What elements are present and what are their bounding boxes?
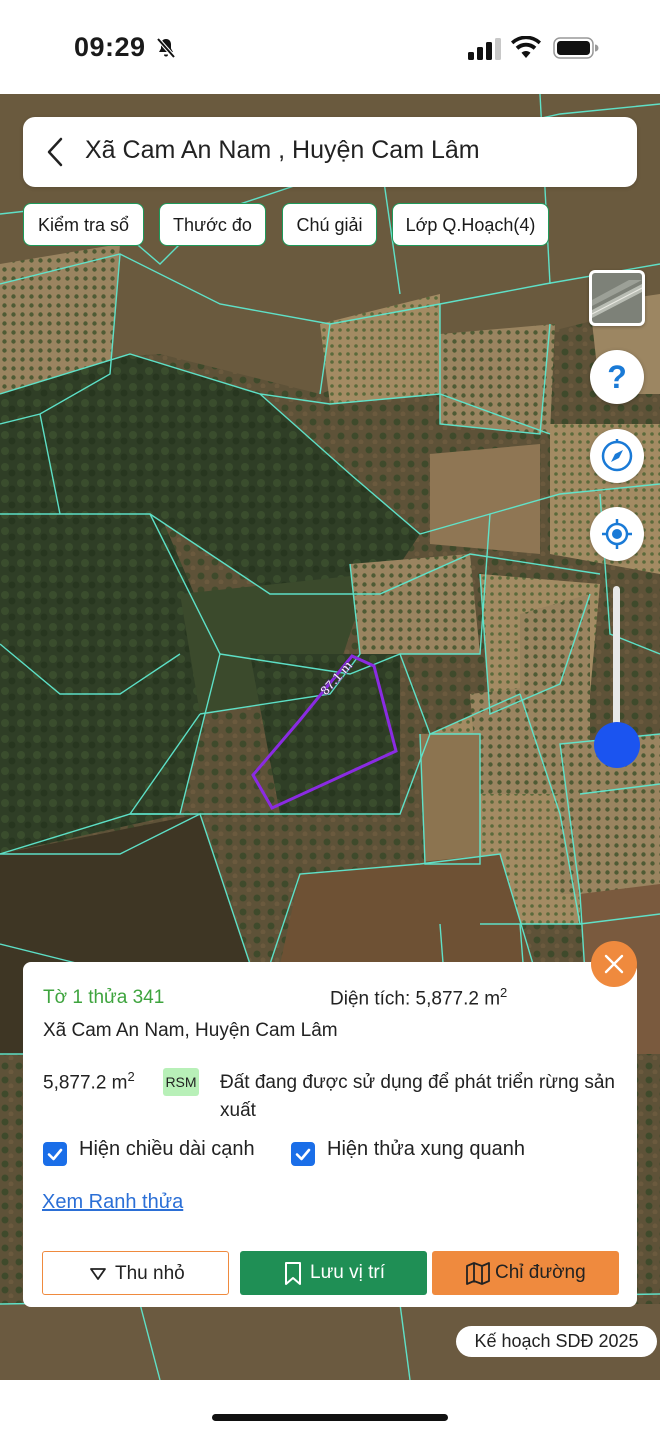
check-book-chip[interactable]: Kiểm tra sổ <box>23 203 144 246</box>
land-use-description: Đất đang được sử dụng để phát triển rừng… <box>220 1072 615 1121</box>
area-value-text: 5,877.2 m <box>43 1072 128 1094</box>
land-code-badge: RSM <box>163 1068 199 1096</box>
show-neighbors-label[interactable]: Hiện thửa xung quanh <box>327 1138 525 1161</box>
close-panel-button[interactable] <box>591 941 637 987</box>
show-neighbors-checkbox[interactable] <box>291 1142 315 1166</box>
status-bar: 09:29 <box>0 0 660 94</box>
show-edge-length-checkbox[interactable] <box>43 1142 67 1166</box>
layer-thumbnail-icon <box>591 273 643 323</box>
collapse-button[interactable]: Thu nhỏ <box>42 1251 229 1295</box>
parcel-id: Tờ 1 thửa 341 <box>43 987 165 1008</box>
compass-icon <box>601 439 633 472</box>
location-title: Xã Cam An Nam , Huyện Cam Lâm <box>85 136 480 164</box>
map-layer-button[interactable] <box>589 270 645 326</box>
save-location-button[interactable]: Lưu vị trí <box>240 1251 427 1295</box>
back-chevron-icon[interactable] <box>41 135 71 169</box>
bell-off-icon <box>156 37 176 59</box>
map-icon <box>466 1262 490 1285</box>
svg-text:?: ? <box>607 359 627 395</box>
collapse-label: Thu nhỏ <box>115 1263 185 1284</box>
status-time: 09:29 <box>74 32 146 62</box>
planning-layer-chip[interactable]: Lớp Q.Hoạch(4) <box>392 203 549 246</box>
legend-chip[interactable]: Chú giải <box>282 203 377 246</box>
triangle-down-icon <box>90 1268 106 1280</box>
directions-button[interactable]: Chỉ đường <box>432 1251 619 1295</box>
land-plan-badge[interactable]: Kế hoạch SDĐ 2025 <box>456 1326 657 1357</box>
location-header: Xã Cam An Nam , Huyện Cam Lâm <box>23 117 637 187</box>
help-button[interactable]: ? <box>590 350 644 404</box>
bottom-safe-area <box>0 1380 660 1434</box>
checkmark-icon <box>295 1148 311 1161</box>
my-location-button[interactable] <box>590 507 644 561</box>
ruler-chip[interactable]: Thước đo <box>159 203 266 246</box>
bookmark-icon <box>285 1262 301 1285</box>
show-edge-length-label[interactable]: Hiện chiều dài cạnh <box>79 1138 255 1161</box>
signal-icon <box>468 38 501 60</box>
battery-icon <box>553 37 599 59</box>
parcel-location: Xã Cam An Nam, Huyện Cam Lâm <box>43 1020 338 1041</box>
save-location-label: Lưu vị trí <box>310 1262 386 1283</box>
close-icon <box>604 954 624 974</box>
checkmark-icon <box>47 1148 63 1161</box>
home-indicator[interactable] <box>212 1414 448 1421</box>
view-boundary-link[interactable]: Xem Ranh thửa <box>42 1191 183 1214</box>
area-summary-text: Diện tích: 5,877.2 m <box>330 988 501 1010</box>
parcel-info-panel: Tờ 1 thửa 341 Diện tích: 5,877.2 m2 Xã C… <box>23 962 637 1307</box>
area-value: 5,877.2 m2 <box>43 1069 135 1094</box>
area-summary: Diện tích: 5,877.2 m2 <box>330 985 507 1010</box>
compass-button[interactable] <box>590 429 644 483</box>
question-icon: ? <box>607 359 627 395</box>
wifi-icon <box>511 36 541 58</box>
directions-label: Chỉ đường <box>495 1262 586 1283</box>
area-value-unit: 2 <box>127 1069 135 1084</box>
area-summary-unit: 2 <box>500 985 508 1000</box>
opacity-slider-knob[interactable] <box>594 722 640 768</box>
crosshair-icon <box>602 519 632 549</box>
